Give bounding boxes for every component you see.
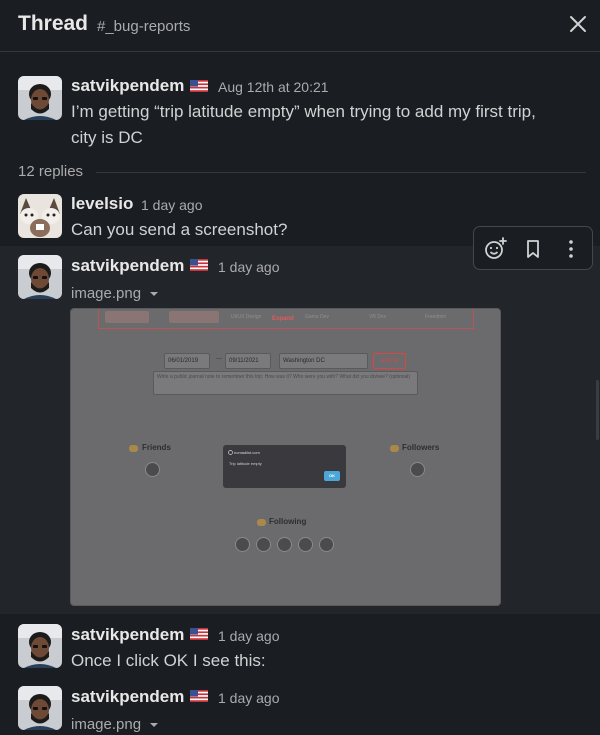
attachment-add-trip: Add trip (373, 353, 406, 369)
thread-header: Thread #_bug-reports (0, 0, 600, 52)
message-author[interactable]: satvikpendem (71, 76, 184, 96)
attachment-city: Washington DC (279, 353, 368, 369)
us-flag-icon (190, 628, 208, 640)
message-timestamp[interactable]: Aug 12th at 20:21 (218, 79, 329, 95)
us-flag-icon (190, 690, 208, 702)
attachment-note: Write a public journal note to remember … (153, 371, 418, 395)
attachment-tab: VR Dev (369, 314, 387, 320)
message-timestamp[interactable]: 1 day ago (218, 690, 280, 706)
hug-icon (257, 519, 266, 526)
avatar-levelsio[interactable] (18, 194, 62, 238)
attachment-avatar (410, 462, 425, 477)
attachment-avatar (235, 537, 250, 552)
more-actions-icon[interactable] (558, 236, 584, 262)
attachment-dialog-message: Trip latitude empty (229, 461, 262, 466)
message-text: I’m getting “trip latitude empty” when t… (71, 102, 536, 121)
message-author[interactable]: satvikpendem (71, 256, 184, 276)
message-text: city is DC (71, 128, 143, 147)
attachment-tab (105, 311, 149, 323)
close-icon[interactable] (566, 12, 590, 36)
attachment-friends: Friends (142, 443, 171, 452)
attachment-expand: Expand (272, 316, 294, 322)
attachment-tab: UI/UX Design (231, 314, 262, 320)
avatar-satvikpendem[interactable] (18, 255, 62, 299)
message-actions-toolbar (473, 226, 593, 270)
attachment-tab (169, 311, 219, 323)
scrollbar-thumb[interactable] (596, 380, 599, 440)
us-flag-icon (190, 259, 208, 271)
handshake-icon (129, 445, 138, 452)
avatar-satvikpendem[interactable] (18, 624, 62, 668)
attachment-avatar (145, 462, 160, 477)
attachment-tab: Game Dev (305, 314, 329, 320)
message-timestamp[interactable]: 1 day ago (141, 197, 203, 213)
add-reaction-icon[interactable] (482, 236, 508, 262)
attachment-date-separator: — (216, 356, 222, 362)
smile-icon (390, 445, 399, 452)
thread-title: Thread (18, 12, 89, 35)
message-timestamp[interactable]: 1 day ago (218, 259, 280, 275)
attachment-avatar (277, 537, 292, 552)
attachment-avatar (298, 537, 313, 552)
attachment-alert-dialog: nomadlist.com Trip latitude empty OK (223, 445, 346, 488)
chevron-down-icon[interactable] (149, 720, 159, 730)
message-author[interactable]: levelsio (71, 194, 133, 214)
attachment-date-to: 09/11/2021 (225, 353, 271, 369)
image-attachment[interactable]: UI/UX Design Game Dev VR Dev Freedmin Ex… (70, 308, 501, 606)
attachment-tab: Freedmin (425, 314, 447, 320)
message-timestamp[interactable]: 1 day ago (218, 628, 280, 644)
file-name[interactable]: image.png (71, 285, 141, 302)
attachment-dialog-site: nomadlist.com (234, 450, 260, 455)
attachment-dialog-ok: OK (324, 471, 340, 481)
us-flag-icon (190, 80, 208, 92)
attachment-avatar (319, 537, 334, 552)
attachment-following: Following (269, 517, 307, 526)
globe-icon (228, 450, 233, 455)
attachment-date-from: 06/01/2019 (164, 353, 210, 369)
replies-divider (96, 172, 586, 173)
file-name[interactable]: image.png (71, 716, 141, 733)
attachment-followers: Followers (402, 443, 440, 452)
replies-count: 12 replies (18, 163, 84, 180)
message-author[interactable]: satvikpendem (71, 687, 184, 707)
bookmark-icon[interactable] (520, 236, 546, 262)
avatar-satvikpendem[interactable] (18, 76, 62, 120)
avatar-satvikpendem[interactable] (18, 686, 62, 730)
chevron-down-icon[interactable] (149, 289, 159, 299)
message-author[interactable]: satvikpendem (71, 625, 184, 645)
message-text: Once I click OK I see this: (71, 651, 266, 670)
attachment-avatar (256, 537, 271, 552)
message-text: Can you send a screenshot? (71, 220, 288, 239)
channel-name[interactable]: #_bug-reports (97, 18, 190, 35)
